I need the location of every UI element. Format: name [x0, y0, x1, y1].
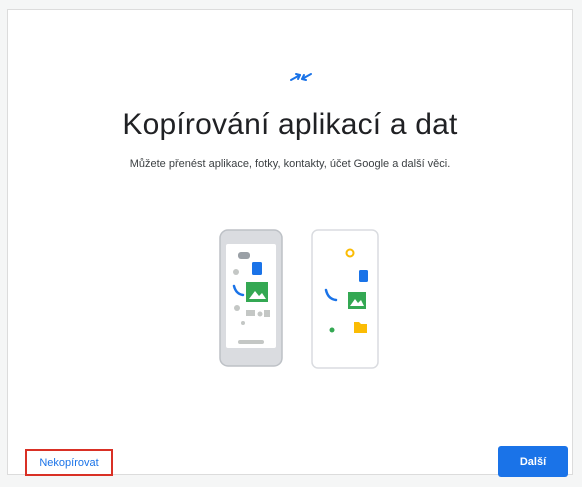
old-phone-icon — [219, 229, 283, 367]
setup-dialog: Kopírování aplikací a dat Můžete přenést… — [7, 9, 573, 477]
page-title: Kopírování aplikací a dat — [122, 108, 458, 141]
page-subtitle: Můžete přenést aplikace, fotky, kontakty… — [129, 158, 451, 170]
next-button[interactable]: Další — [498, 446, 568, 477]
new-phone-icon — [311, 229, 379, 369]
skip-copy-button[interactable]: Nekopírovat — [25, 449, 113, 476]
transfer-arrows-icon — [290, 73, 312, 81]
two-phones-illustration — [219, 229, 379, 369]
